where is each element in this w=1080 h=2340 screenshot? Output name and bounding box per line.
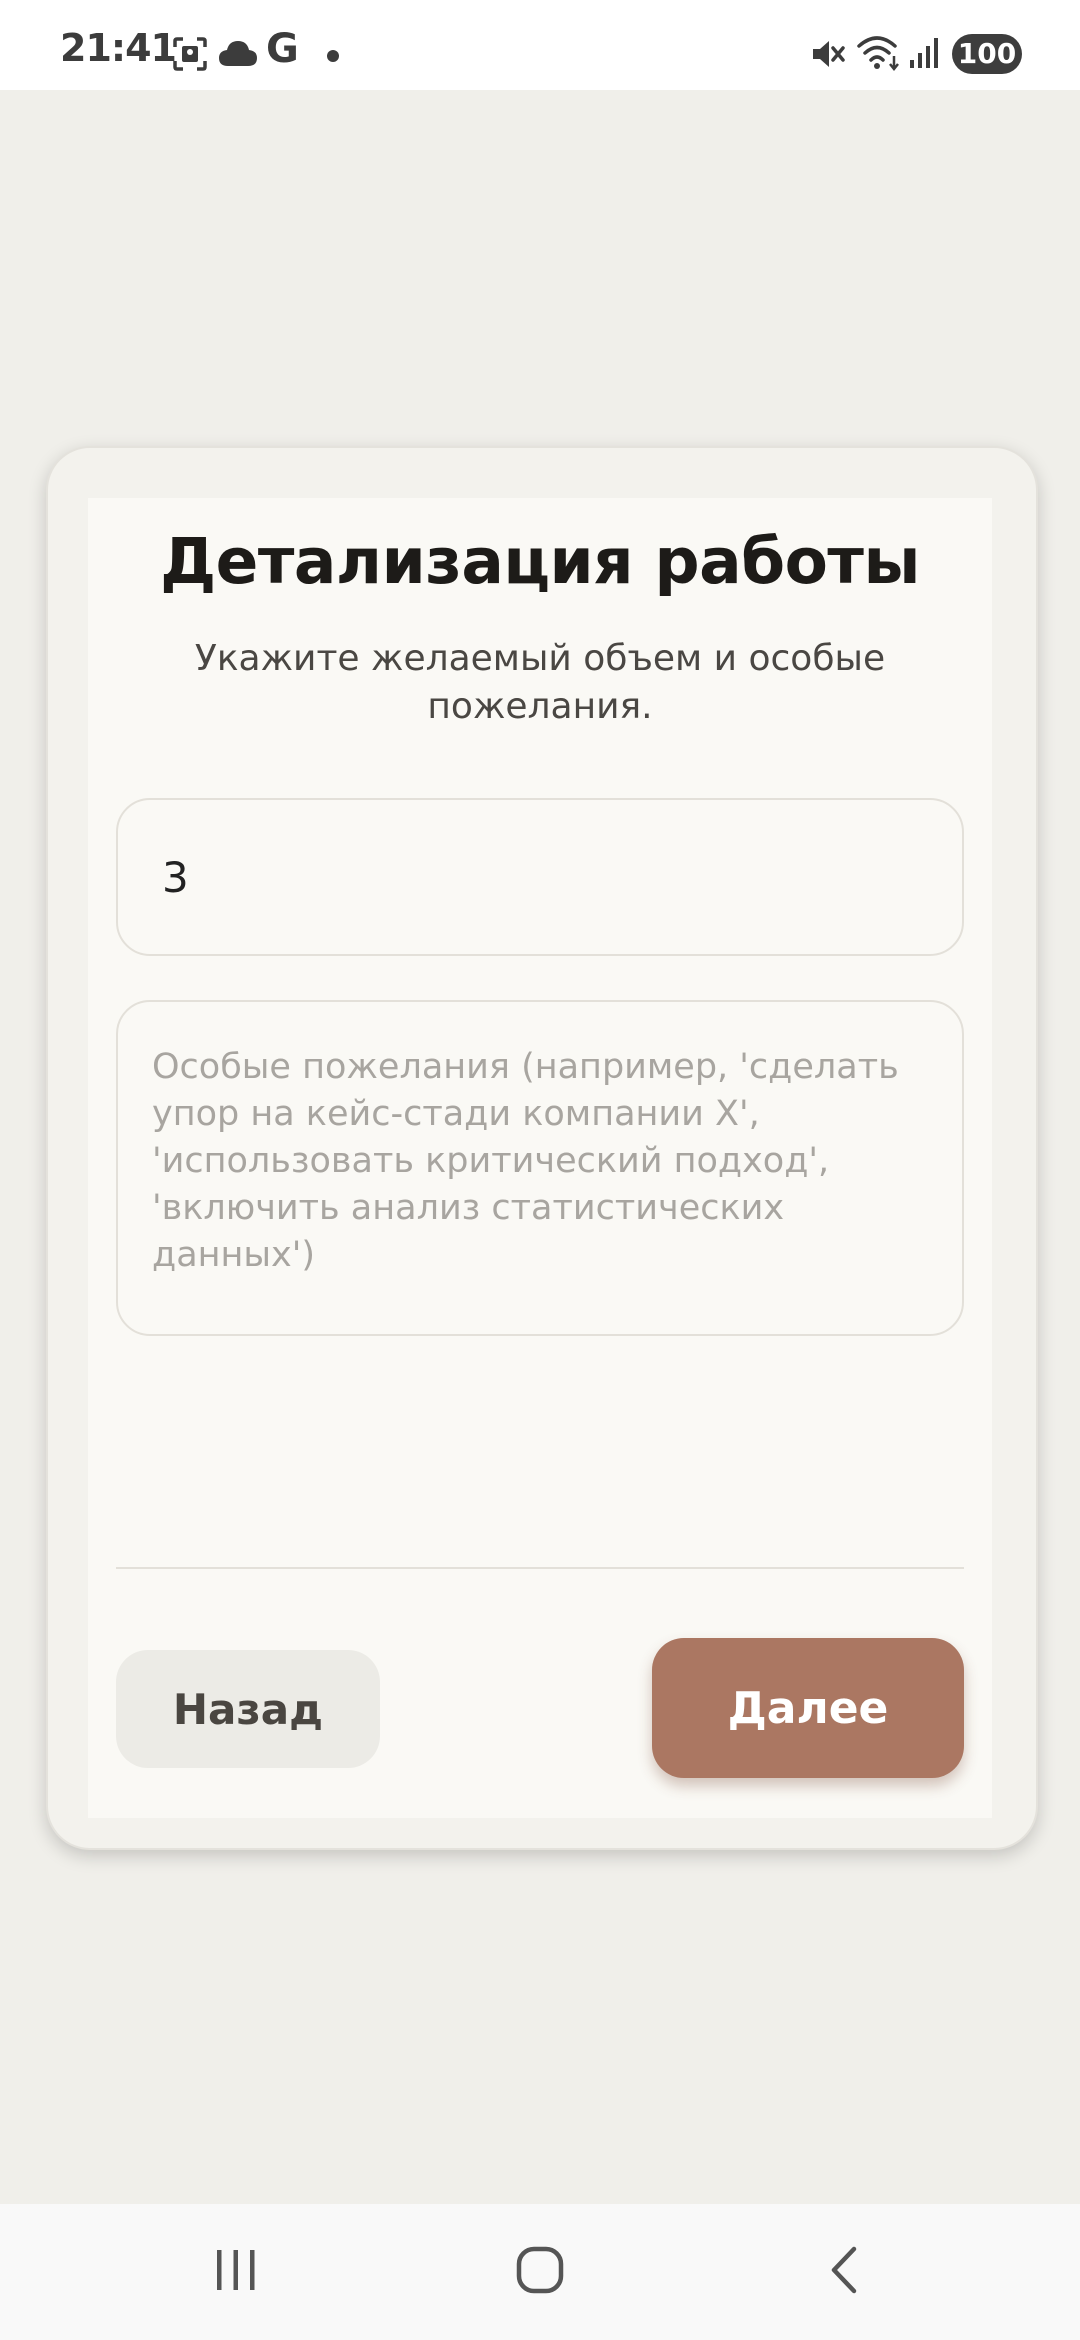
battery-indicator: 100: [952, 34, 1022, 74]
status-time: 21:41: [60, 26, 177, 70]
back-icon: [824, 2245, 864, 2299]
recent-apps-icon: [211, 2248, 261, 2296]
screenshot-icon: [172, 36, 208, 76]
next-button[interactable]: Далее: [652, 1638, 964, 1778]
divider: [116, 1567, 964, 1569]
recent-apps-button[interactable]: [188, 2236, 284, 2308]
quantity-input[interactable]: [116, 798, 964, 956]
home-button[interactable]: [492, 2236, 588, 2308]
home-icon: [515, 2245, 565, 2299]
page-title: Детализация работы: [160, 525, 920, 598]
google-icon: G: [266, 26, 299, 72]
notification-dot-icon: [326, 48, 340, 67]
wifi-icon: [856, 34, 902, 76]
page-subtitle: Укажите желаемый объем и особые пожелани…: [194, 638, 886, 727]
cloud-icon: [218, 38, 258, 72]
system-back-button[interactable]: [796, 2236, 892, 2308]
status-bar: 21:41 G 100: [0, 0, 1080, 90]
signal-icon: [908, 36, 940, 74]
special-wishes-textarea[interactable]: [116, 1000, 964, 1336]
mute-icon: [810, 36, 846, 76]
back-button[interactable]: Назад: [116, 1650, 380, 1768]
